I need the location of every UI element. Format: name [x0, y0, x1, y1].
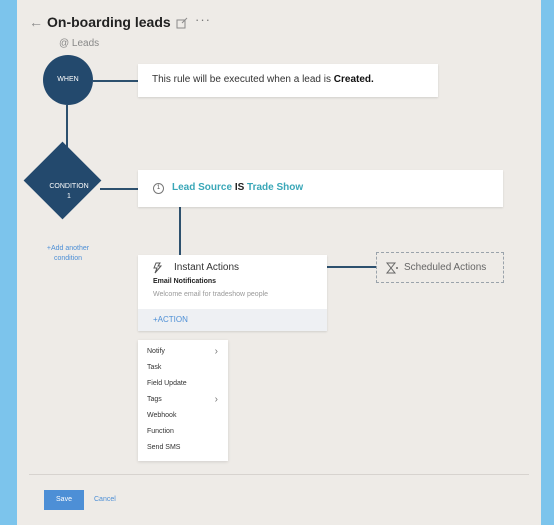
email-notification-description: Welcome email for tradeshow people: [153, 291, 269, 298]
condition-label: CONDITION 1: [49, 183, 89, 200]
condition-index-badge: 1: [153, 183, 164, 194]
actions-footer: +ACTION: [138, 309, 327, 331]
email-notification-title: Email Notifications: [153, 278, 217, 285]
save-button[interactable]: Save: [44, 490, 84, 510]
condition-card[interactable]: 1 Lead Source IS Trade Show: [138, 170, 503, 207]
scheduled-actions-box[interactable]: Scheduled Actions: [376, 252, 504, 283]
menu-item-task[interactable]: Task: [147, 361, 222, 375]
condition-operator: IS: [234, 182, 245, 193]
when-node[interactable]: WHEN: [43, 55, 93, 105]
instant-actions-card[interactable]: Instant Actions Email Notifications Welc…: [138, 255, 327, 331]
connector-line: [179, 207, 181, 255]
footer-divider: [29, 474, 529, 475]
more-options-icon[interactable]: ···: [195, 12, 211, 27]
menu-item-function[interactable]: Function: [147, 425, 222, 439]
condition-field: Lead Source: [172, 182, 233, 193]
add-action-button[interactable]: +ACTION: [153, 315, 188, 324]
chevron-right-icon: ›: [214, 394, 218, 405]
add-condition-link[interactable]: +Add another condition: [33, 244, 103, 264]
condition-node[interactable]: [23, 141, 102, 220]
connector-line: [327, 266, 376, 268]
lightning-icon: [152, 261, 166, 279]
back-arrow-icon[interactable]: ←: [29, 14, 43, 30]
edit-icon[interactable]: [176, 16, 188, 34]
condition-rule: Lead Source IS Trade Show: [172, 182, 303, 193]
menu-item-send-sms[interactable]: Send SMS: [147, 441, 222, 455]
trigger-description: This rule will be executed when a lead i…: [152, 74, 374, 85]
chevron-right-icon: ›: [214, 346, 218, 357]
menu-item-field-update[interactable]: Field Update: [147, 377, 222, 391]
action-menu: Notify › Task Field Update Tags › Webhoo…: [138, 340, 228, 461]
scheduled-actions-title: Scheduled Actions: [404, 262, 487, 273]
menu-item-tags[interactable]: Tags ›: [147, 393, 222, 407]
module-label: @ Leads: [59, 38, 100, 49]
page-title: On-boarding leads: [47, 14, 171, 30]
instant-actions-title: Instant Actions: [174, 262, 240, 273]
menu-item-webhook[interactable]: Webhook: [147, 409, 222, 423]
hourglass-icon: [385, 261, 399, 279]
connector-line: [93, 80, 138, 82]
cancel-button[interactable]: Cancel: [94, 496, 116, 503]
menu-item-notify[interactable]: Notify ›: [147, 345, 222, 359]
condition-value: Trade Show: [247, 182, 304, 193]
workflow-panel: ← On-boarding leads ··· @ Leads WHEN Thi…: [17, 0, 541, 525]
when-card[interactable]: This rule will be executed when a lead i…: [138, 64, 438, 97]
